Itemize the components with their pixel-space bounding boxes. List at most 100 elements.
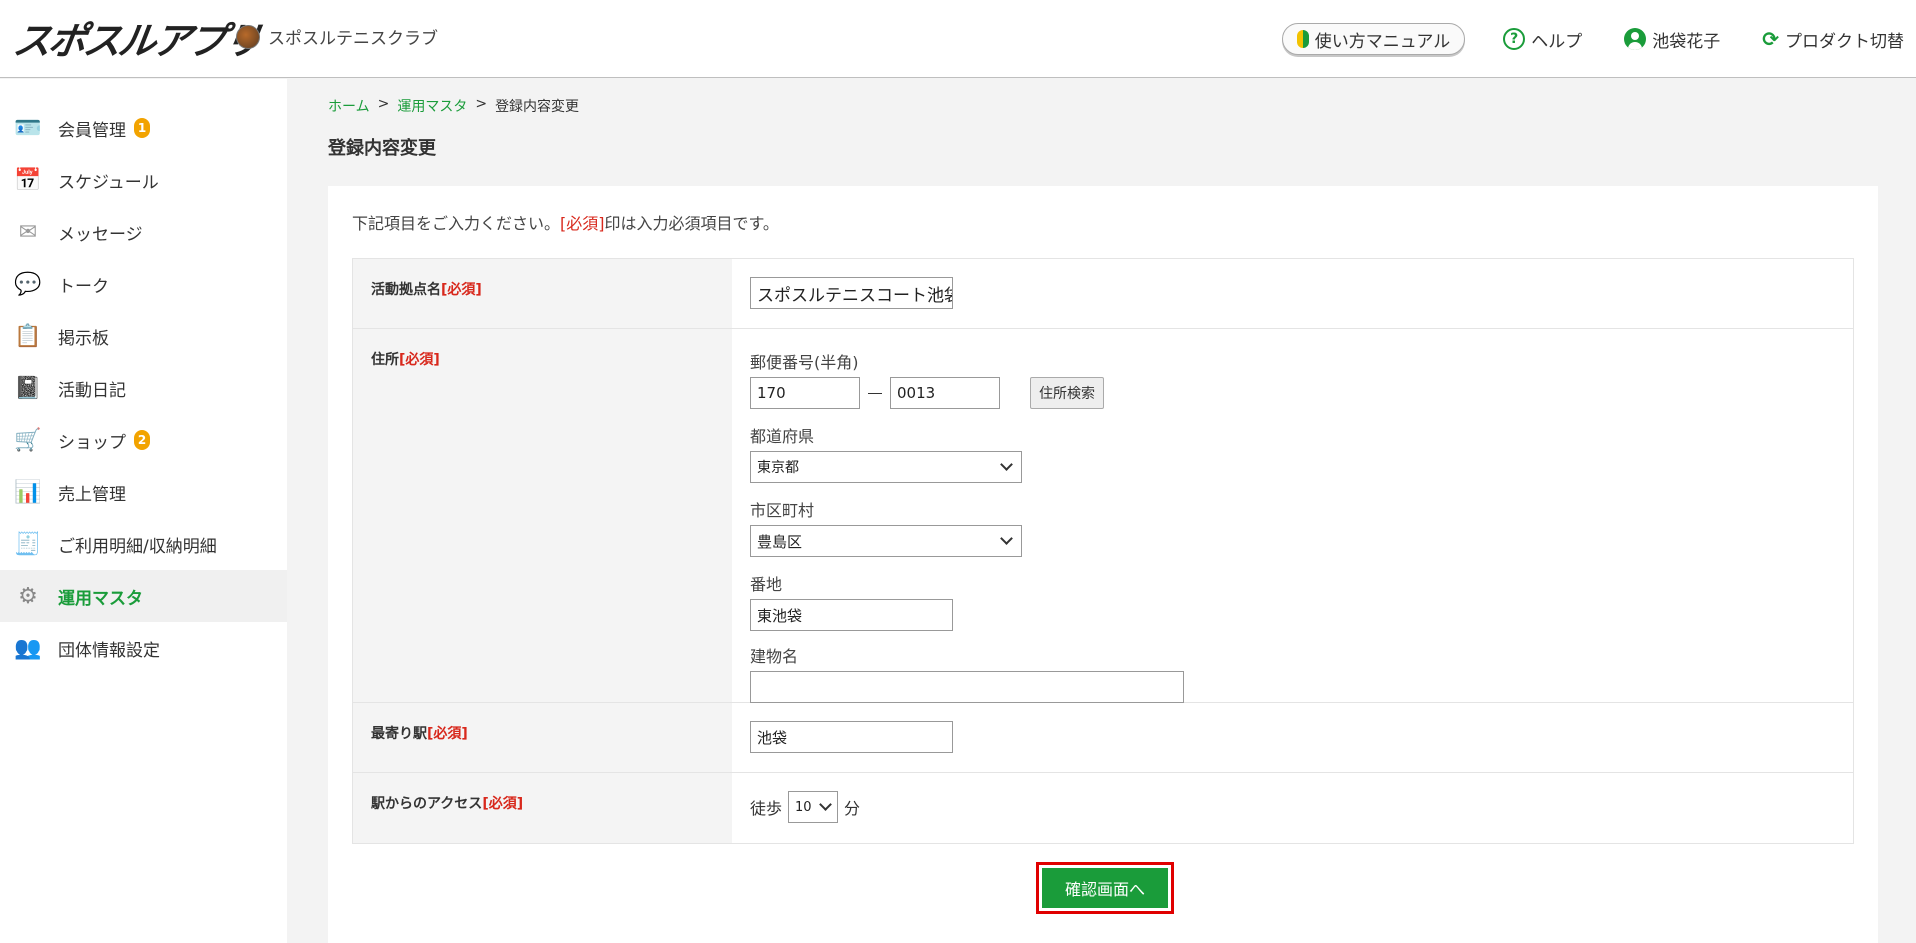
chat-bubble-icon: 💬 xyxy=(14,271,42,297)
address-label: 住所[必須] xyxy=(353,329,732,702)
sidebar-item-group-settings[interactable]: 👥 団体情報設定 xyxy=(0,622,287,674)
page-title: 登録内容変更 xyxy=(328,138,436,159)
zip-line: 170 0013 住所検索 xyxy=(750,377,1835,409)
product-switch-label: プロダクト切替 xyxy=(1785,31,1904,52)
prefecture-select[interactable]: 東京都 xyxy=(750,451,1022,483)
access-label: 駅からのアクセス[必須] xyxy=(353,773,732,843)
breadcrumb-separator: > xyxy=(377,96,390,112)
breadcrumb-current: 登録内容変更 xyxy=(495,99,580,115)
prefecture-value: 東京都 xyxy=(757,460,799,476)
sidebar-item-label: スケジュール xyxy=(58,172,159,193)
city-select[interactable]: 豊島区 xyxy=(750,525,1022,557)
sidebar-item-talk[interactable]: 💬 トーク xyxy=(0,258,287,310)
club-name: スポスルテニスクラブ xyxy=(268,29,438,49)
breadcrumb-master[interactable]: 運用マスタ xyxy=(397,96,467,116)
station-label-text: 最寄り駅 xyxy=(371,726,427,742)
city-value: 豊島区 xyxy=(757,532,803,551)
calendar-icon: 📅 xyxy=(14,167,42,193)
group-settings-icon: 👥 xyxy=(14,635,42,661)
manual-button[interactable]: 使い方マニュアル xyxy=(1281,23,1466,55)
venue-name-input[interactable]: スポスルテニスコート池袋 xyxy=(750,277,953,309)
user-icon xyxy=(1624,28,1647,50)
sidebar-item-message[interactable]: ✉ メッセージ xyxy=(0,206,287,258)
zip-dash xyxy=(868,392,882,394)
club-emblem-icon xyxy=(236,24,260,49)
city-label: 市区町村 xyxy=(750,501,815,520)
sidebar-item-label: ショップ xyxy=(58,432,126,453)
venue-label: 活動拠点名[必須] xyxy=(353,259,732,328)
help-link[interactable]: ? ヘルプ xyxy=(1503,27,1582,52)
notification-badge: 2 xyxy=(134,430,150,450)
sidebar-item-label: ご利用明細/収納明細 xyxy=(58,536,217,557)
form-table: 活動拠点名[必須] スポスルテニスコート池袋 住所[必須] 郵便番号(半角) 1… xyxy=(352,258,1854,844)
header-actions: 使い方マニュアル ? ヘルプ 池袋花子 ⟳ プロダクト切替 xyxy=(1281,22,1904,56)
venue-label-text: 活動拠点名 xyxy=(371,282,441,298)
sidebar-item-label: 掲示板 xyxy=(58,328,109,349)
access-line: 徒歩 10 分 xyxy=(750,791,1835,823)
diary-icon: 📓 xyxy=(14,375,42,401)
logo-text: スポスルアプリ xyxy=(10,18,262,63)
form-row-station: 最寄り駅[必須] 池袋 xyxy=(353,703,1853,773)
club-selector[interactable]: スポスルテニスクラブ xyxy=(236,24,438,49)
refresh-icon: ⟳ xyxy=(1762,27,1779,51)
sidebar-item-label: 団体情報設定 xyxy=(58,640,160,661)
intro-text: 下記項目をご入力ください。 xyxy=(352,214,561,233)
form-row-venue: 活動拠点名[必須] スポスルテニスコート池袋 xyxy=(353,259,1853,329)
access-label-text: 駅からのアクセス xyxy=(371,796,483,812)
breadcrumb-home[interactable]: ホーム xyxy=(328,96,370,116)
required-mark: [必須] xyxy=(560,214,605,233)
sidebar-item-schedule[interactable]: 📅 スケジュール xyxy=(0,154,287,206)
sidebar-item-members[interactable]: 🪪 会員管理 1 xyxy=(0,102,287,154)
sidebar-item-shop[interactable]: 🛒 ショップ 2 xyxy=(0,414,287,466)
manual-label: 使い方マニュアル xyxy=(1314,31,1451,52)
minutes-value: 10 xyxy=(795,799,812,815)
gear-icon: ⚙ xyxy=(18,583,38,609)
required-mark: [必須] xyxy=(441,282,482,298)
required-mark: [必須] xyxy=(427,726,468,742)
sidebar-item-label: 売上管理 xyxy=(58,484,126,505)
street-input[interactable]: 東池袋 xyxy=(750,599,953,631)
sidebar-item-sales[interactable]: 📊 売上管理 xyxy=(0,466,287,518)
sales-chart-icon: 📊 xyxy=(14,479,42,505)
chevron-down-icon xyxy=(1000,532,1013,545)
top-header: スポスルアプリ スポスルテニスクラブ 使い方マニュアル ? ヘルプ 池袋花子 ⟳… xyxy=(0,0,1916,78)
address-search-button[interactable]: 住所検索 xyxy=(1030,377,1104,409)
sidebar-item-label: 運用マスタ xyxy=(58,588,143,609)
required-mark: [必須] xyxy=(399,352,440,368)
zip1-input[interactable]: 170 xyxy=(750,377,860,409)
minutes-select[interactable]: 10 xyxy=(788,791,839,823)
confirm-button[interactable]: 確認画面へ xyxy=(1042,868,1168,908)
user-name: 池袋花子 xyxy=(1652,31,1721,52)
confirm-button-highlight: 確認画面へ xyxy=(1036,862,1174,914)
zip-label: 郵便番号(半角) xyxy=(750,353,859,372)
sidebar-item-billing[interactable]: 🧾 ご利用明細/収納明細 xyxy=(0,518,287,570)
station-value-cell: 池袋 xyxy=(732,703,1853,772)
form-panel: 下記項目をご入力ください。[必須]印は入力必須項目です。 活動拠点名[必須] ス… xyxy=(328,186,1878,943)
zip2-input[interactable]: 0013 xyxy=(890,377,1000,409)
sidebar-item-diary[interactable]: 📓 活動日記 xyxy=(0,362,287,414)
notification-badge: 1 xyxy=(134,118,150,138)
help-label: ヘルプ xyxy=(1531,31,1583,52)
help-icon: ? xyxy=(1503,28,1526,50)
address-label-text: 住所 xyxy=(371,352,399,368)
sidebar: 🪪 会員管理 1 📅 スケジュール ✉ メッセージ 💬 トーク 📋 掲示板 📓 … xyxy=(0,79,287,943)
app-logo[interactable]: スポスルアプリ xyxy=(10,14,261,63)
required-mark: [必須] xyxy=(482,796,524,812)
form-intro: 下記項目をご入力ください。[必須]印は入力必須項目です。 xyxy=(352,210,779,234)
chevron-down-icon xyxy=(819,798,832,811)
building-input[interactable] xyxy=(750,671,1184,703)
station-input[interactable]: 池袋 xyxy=(750,721,953,753)
form-row-address: 住所[必須] 郵便番号(半角) 170 0013 住所検索 都道府県 東京都 市… xyxy=(353,329,1853,703)
user-menu[interactable]: 池袋花子 xyxy=(1624,27,1720,52)
sidebar-item-master[interactable]: ⚙ 運用マスタ xyxy=(0,570,287,622)
sidebar-item-label: トーク xyxy=(58,276,109,297)
station-label: 最寄り駅[必須] xyxy=(353,703,732,772)
bulletin-board-icon: 📋 xyxy=(14,323,42,349)
sidebar-item-label: 活動日記 xyxy=(58,380,126,401)
venue-value-cell: スポスルテニスコート池袋 xyxy=(732,259,1853,328)
sidebar-item-label: メッセージ xyxy=(58,224,143,245)
address-value-cell: 郵便番号(半角) 170 0013 住所検索 都道府県 東京都 市区町村 豊島区 xyxy=(732,329,1853,703)
building-label: 建物名 xyxy=(750,647,799,666)
product-switch-link[interactable]: ⟳ プロダクト切替 xyxy=(1762,27,1904,52)
sidebar-item-board[interactable]: 📋 掲示板 xyxy=(0,310,287,362)
